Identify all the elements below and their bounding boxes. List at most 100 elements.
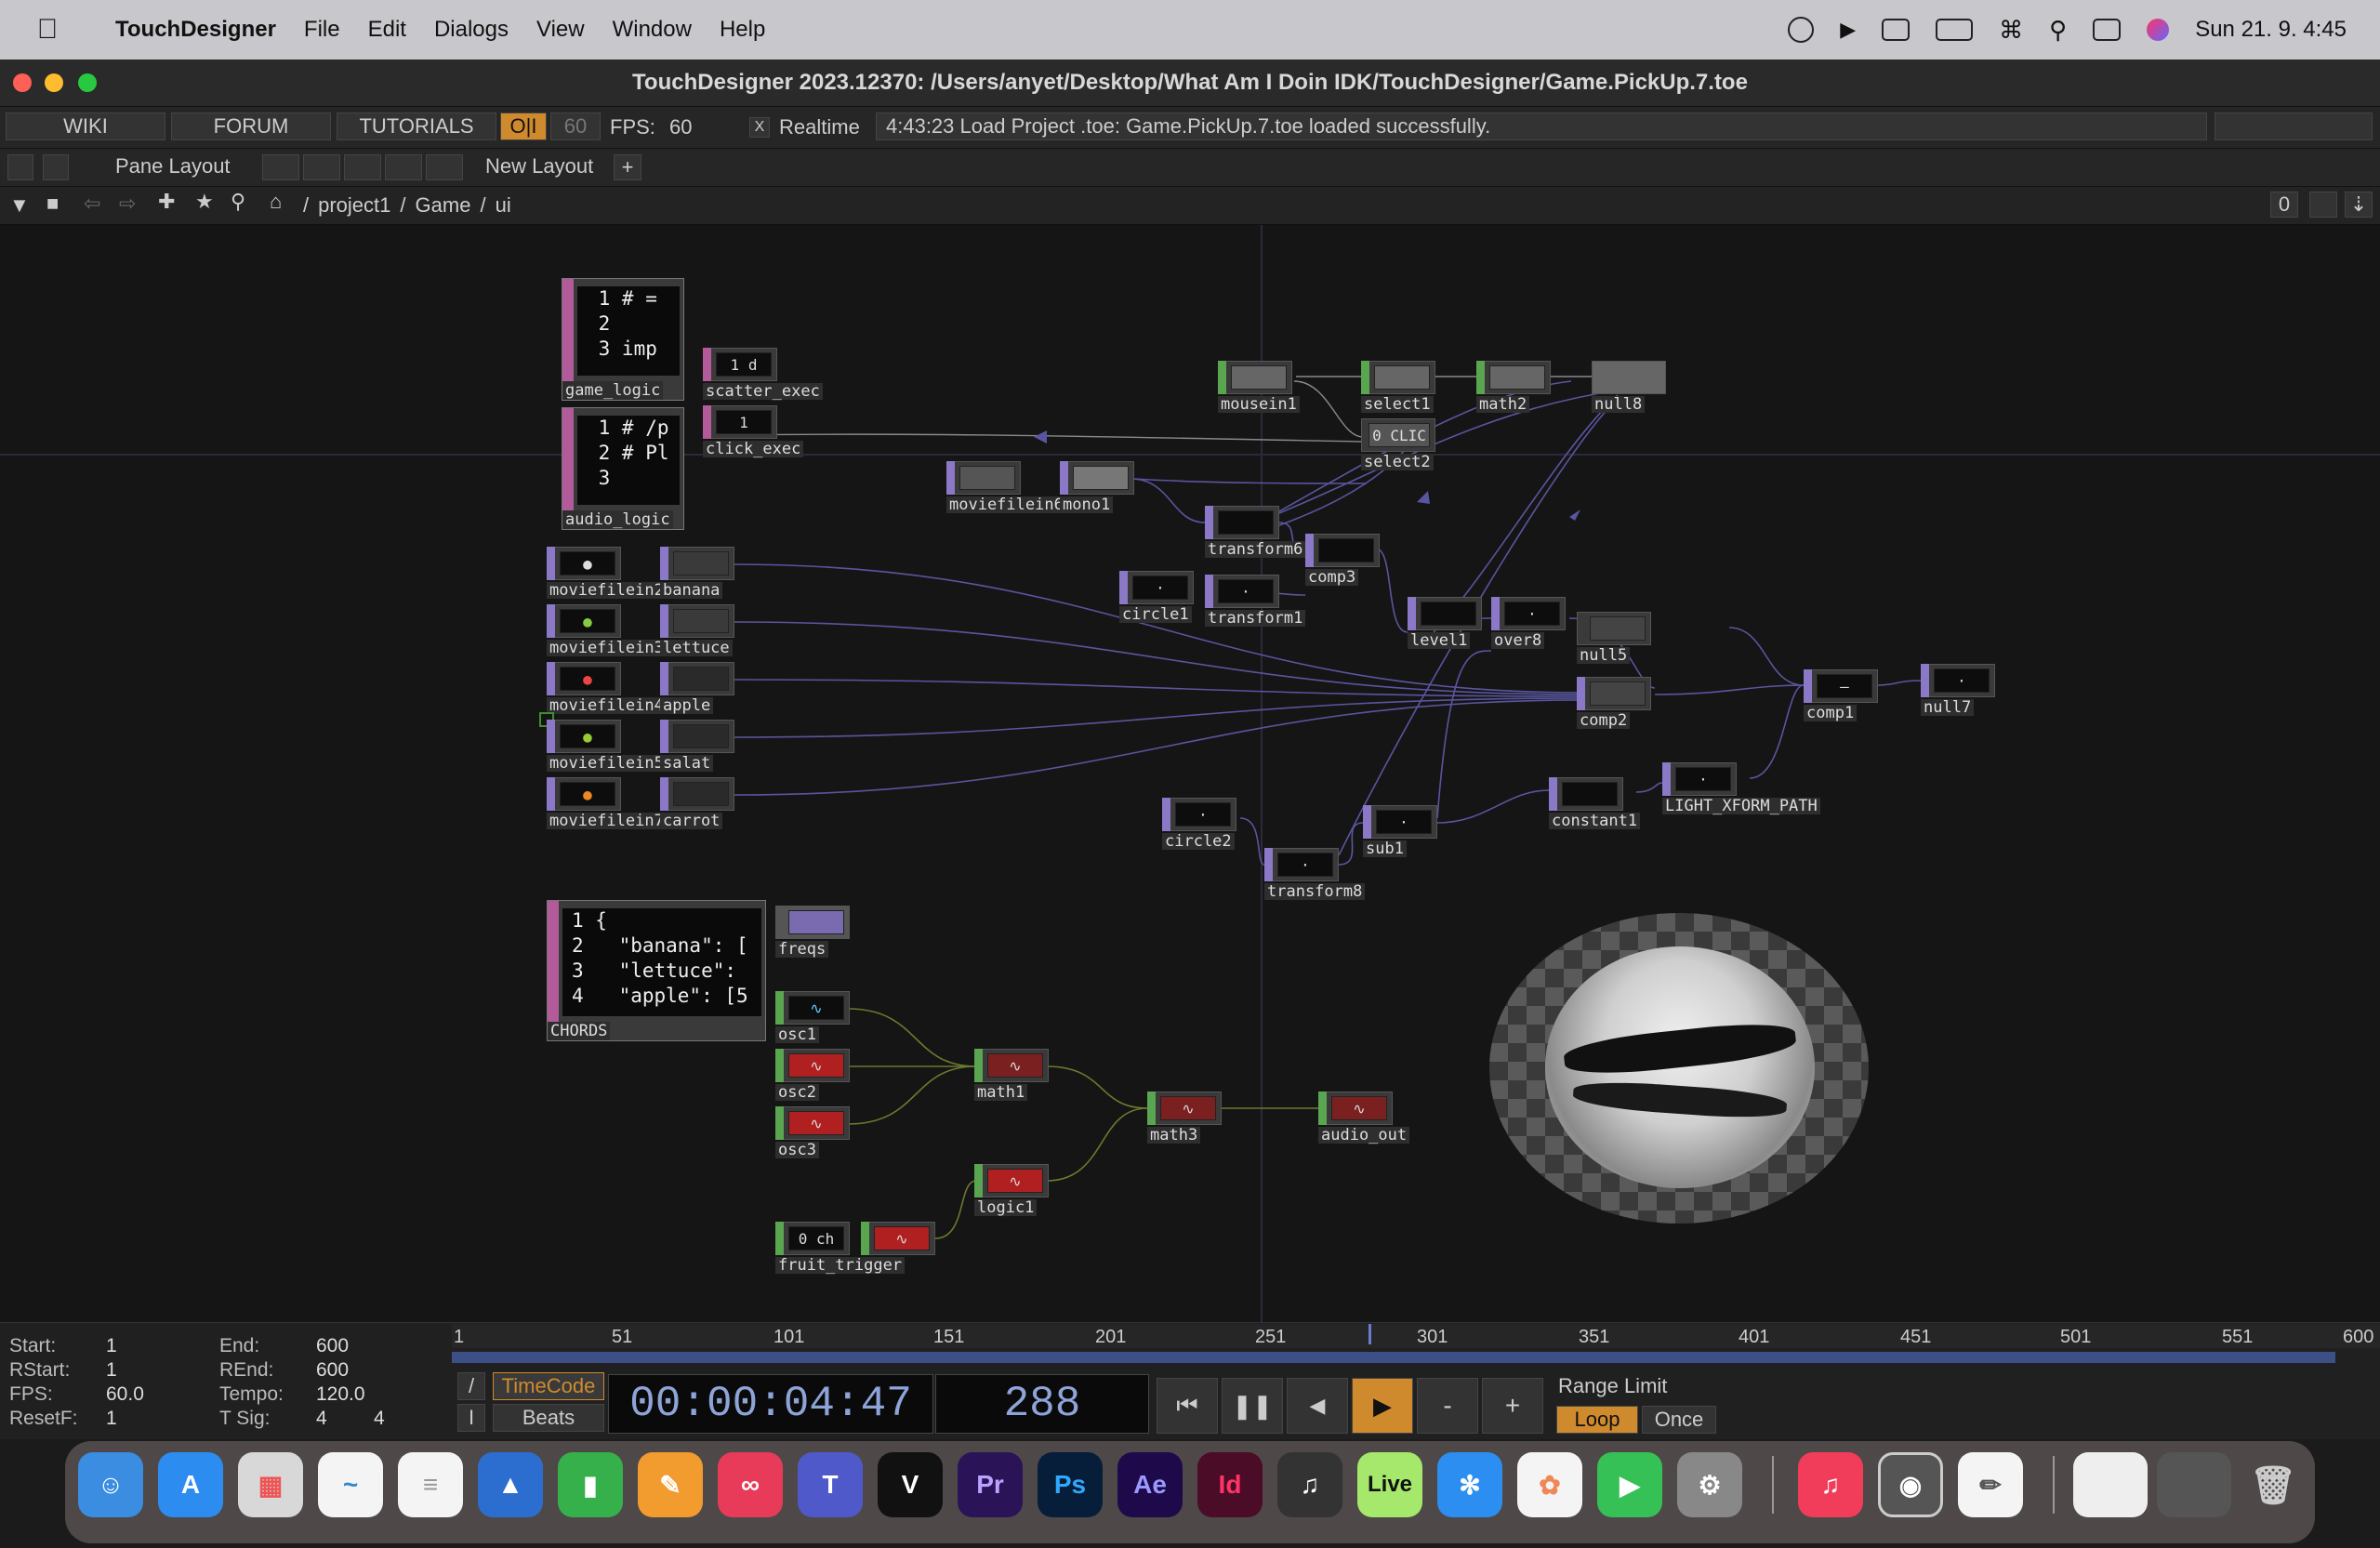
layout-three-button[interactable] — [385, 154, 422, 180]
premiere-pro-icon[interactable]: Pr — [958, 1452, 1023, 1517]
forward-icon[interactable]: ⇨ — [119, 192, 136, 216]
fps-target-field[interactable]: 60 — [550, 112, 601, 140]
pane-type-icon[interactable] — [7, 154, 33, 180]
music-icon[interactable]: ♫ — [1798, 1452, 1863, 1517]
textedit-icon[interactable]: ✏ — [1958, 1452, 2023, 1517]
after-effects-icon[interactable]: Ae — [1117, 1452, 1183, 1517]
frame-display[interactable]: 288 — [935, 1374, 1149, 1434]
menu-file[interactable]: File — [304, 17, 340, 43]
timeline-playhead[interactable] — [1368, 1324, 1372, 1344]
play-status-icon[interactable]: ▶ — [1840, 18, 1856, 42]
step-back-button[interactable]: - — [1417, 1378, 1478, 1434]
op-game-logic[interactable]: 1 # = 2 3 imp game_logic — [562, 278, 684, 401]
timecode-toggle[interactable]: TimeCode — [493, 1372, 604, 1400]
finder-icon[interactable]: ☺ — [78, 1452, 143, 1517]
downloads-stack-icon[interactable] — [2157, 1452, 2231, 1517]
pause-button[interactable]: ❚❚ — [1222, 1378, 1283, 1434]
menu-dialogs[interactable]: Dialogs — [434, 17, 509, 43]
resetf-value[interactable]: 1 — [106, 1408, 117, 1430]
path-counter[interactable]: 0 — [2270, 192, 2298, 218]
export-icon[interactable]: ⇣ — [2345, 192, 2373, 218]
clock[interactable]: Sun 21. 9. 4:45 — [2195, 17, 2347, 43]
touchdesigner-icon[interactable]: ◉ — [1878, 1452, 1943, 1517]
indesign-icon[interactable]: Id — [1197, 1452, 1263, 1517]
search-network-icon[interactable]: ⚲ — [231, 190, 245, 214]
siri-icon[interactable] — [2147, 19, 2170, 41]
breadcrumb-ui[interactable]: ui — [496, 193, 511, 218]
app-menu[interactable]: TouchDesigner — [115, 17, 276, 43]
creative-cloud-icon[interactable]: ∞ — [718, 1452, 783, 1517]
wifi-icon[interactable]: ⌘ — [1999, 16, 2023, 45]
home-icon[interactable]: ⌂ — [270, 190, 282, 214]
network-editor[interactable] — [0, 225, 2380, 1322]
creative-cloud-status-icon[interactable] — [1788, 17, 1815, 43]
numbers-icon[interactable]: ▮ — [558, 1452, 623, 1517]
rewind-button[interactable]: ⏮ — [1157, 1378, 1218, 1434]
menu-window[interactable]: Window — [613, 17, 692, 43]
status-extra-field[interactable] — [2215, 112, 2373, 140]
end-value[interactable]: 600 — [316, 1335, 349, 1357]
layout-single-button[interactable] — [262, 154, 299, 180]
back-icon[interactable]: ⇦ — [84, 192, 100, 216]
system-settings-icon[interactable]: ⚙ — [1677, 1452, 1742, 1517]
car-status-icon[interactable] — [1882, 19, 1911, 41]
wiki-button[interactable]: WIKI — [6, 112, 165, 140]
tempo-value[interactable]: 120.0 — [316, 1383, 365, 1406]
timecode-display[interactable]: 00:00:04:47 — [608, 1374, 933, 1434]
pages-icon[interactable]: ✎ — [638, 1452, 703, 1517]
timeline-range-bar[interactable] — [452, 1352, 2335, 1363]
tsig-denominator[interactable]: 4 — [374, 1408, 385, 1430]
add-operator-icon[interactable]: ✚ — [158, 190, 175, 214]
maximize-pane-icon[interactable] — [2309, 192, 2337, 218]
freeform-icon[interactable]: ~ — [318, 1452, 383, 1517]
garageband-icon[interactable]: ♫ — [1277, 1452, 1342, 1517]
menu-help[interactable]: Help — [720, 17, 765, 43]
layout-split-h-button[interactable] — [344, 154, 381, 180]
reminders-icon[interactable]: ≡ — [398, 1452, 463, 1517]
play-forward-button[interactable]: ▶ — [1352, 1378, 1413, 1434]
output-preview[interactable] — [1489, 913, 1869, 1224]
op-chords[interactable]: 1 { 2 "banana": [ 3 "lettuce": 4 "apple"… — [547, 900, 766, 1041]
once-button[interactable]: Once — [1642, 1406, 1716, 1434]
ableton-live-icon[interactable]: Live — [1357, 1452, 1422, 1517]
stop-icon[interactable]: ■ — [46, 192, 59, 216]
menu-edit[interactable]: Edit — [368, 17, 406, 43]
search-icon[interactable]: ⚲ — [2049, 16, 2067, 45]
tutorials-button[interactable]: TUTORIALS — [337, 112, 496, 140]
photoshop-icon[interactable]: Ps — [1038, 1452, 1103, 1517]
loop-button[interactable]: Loop — [1556, 1406, 1638, 1434]
pane-link-icon[interactable] — [43, 154, 69, 180]
op-audio-logic[interactable]: 1 # /p 2 # Pl 3 audio_logic — [562, 407, 684, 530]
pane-menu-icon[interactable]: ▼ — [9, 193, 30, 218]
oi-toggle-button[interactable]: O|I — [500, 112, 547, 140]
layout-four-button[interactable] — [426, 154, 463, 180]
keynote-icon[interactable]: ▲ — [478, 1452, 543, 1517]
add-layout-button[interactable]: + — [614, 154, 641, 180]
start-value[interactable]: 1 — [106, 1335, 117, 1357]
play-reverse-button[interactable]: ◀ — [1287, 1378, 1348, 1434]
app-store-icon[interactable]: A — [158, 1452, 223, 1517]
vectorworks-icon[interactable]: V — [878, 1452, 943, 1517]
trash-icon[interactable]: 🗑 — [2241, 1452, 2306, 1517]
control-center-icon[interactable] — [2093, 19, 2122, 41]
forum-button[interactable]: FORUM — [171, 112, 331, 140]
fps-info-value[interactable]: 60.0 — [106, 1383, 144, 1406]
tsig-numerator[interactable]: 4 — [316, 1408, 327, 1430]
battery-icon[interactable] — [1936, 19, 1974, 41]
facetime-icon[interactable]: ▶ — [1597, 1452, 1662, 1517]
breadcrumb-game[interactable]: Game — [416, 193, 471, 218]
rend-value[interactable]: 600 — [316, 1359, 349, 1382]
step-forward-button[interactable]: + — [1482, 1378, 1543, 1434]
layout-split-v-button[interactable] — [303, 154, 340, 180]
beats-toggle[interactable]: Beats — [493, 1404, 604, 1432]
breadcrumb-root[interactable]: / — [303, 193, 309, 218]
rstart-value[interactable]: 1 — [106, 1359, 117, 1382]
realtime-checkbox[interactable]: X — [749, 117, 770, 138]
apple-menu-icon[interactable]:  — [33, 14, 61, 46]
menu-view[interactable]: View — [536, 17, 585, 43]
photos-icon[interactable]: ✿ — [1517, 1452, 1582, 1517]
safari-icon[interactable]: ✻ — [1437, 1452, 1502, 1517]
bookmark-star-icon[interactable]: ★ — [195, 190, 214, 214]
teams-icon[interactable]: T — [798, 1452, 863, 1517]
launchpad-icon[interactable]: ▦ — [238, 1452, 303, 1517]
